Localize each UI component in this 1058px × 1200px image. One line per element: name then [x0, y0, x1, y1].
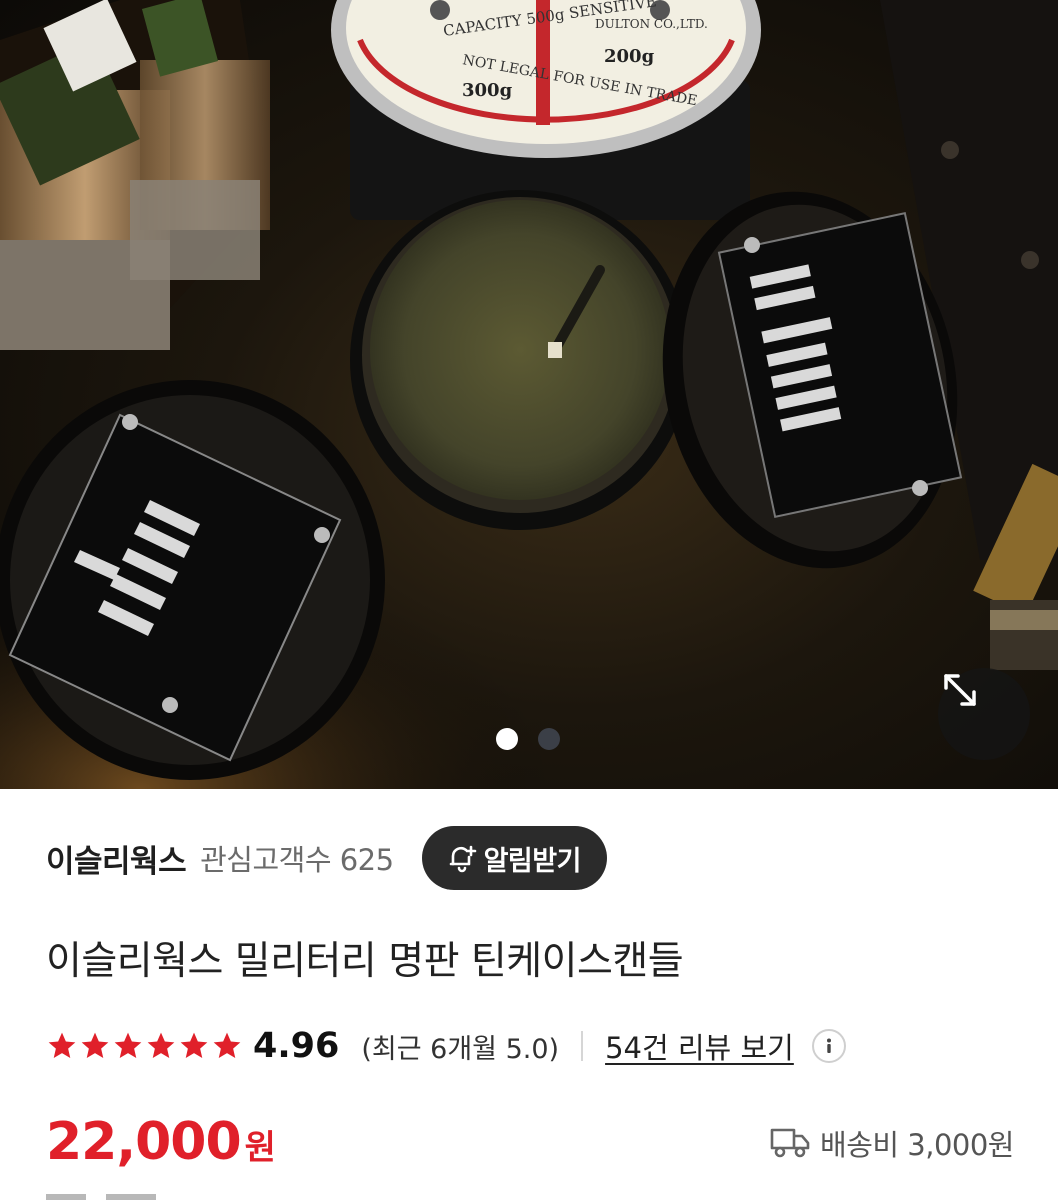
bell-plus-icon	[449, 845, 476, 873]
price-value: 22,000	[46, 1112, 242, 1172]
star-icon	[180, 1032, 208, 1058]
info-glyph	[826, 1038, 831, 1053]
rating-recent: (최근 6개월 5.0)	[361, 1033, 560, 1065]
price-unit: 원	[244, 1128, 276, 1168]
kraft-tubes	[0, 0, 270, 350]
shipping-fee: 배송비 3,000원	[820, 1128, 1014, 1162]
gallery-pagination	[496, 728, 560, 750]
star-icon	[81, 1032, 109, 1058]
rating-score: 4.96	[253, 1026, 340, 1066]
product-title: 이슬리웍스 밀리터리 명판 틴케이스캔들	[46, 939, 684, 984]
notify-label: 알림받기	[483, 845, 582, 877]
expand-arrows-icon	[944, 674, 976, 706]
expand-image-button[interactable]	[938, 668, 1030, 760]
product-image-gallery[interactable]: CAPACITY 500g SENSITIVE DULTON CO.,LTD. …	[0, 0, 1058, 789]
shipping-info: 배송비 3,000원	[770, 1122, 1014, 1164]
review-link[interactable]: 54건 리뷰 보기	[605, 1025, 794, 1067]
rating-stars	[46, 1030, 243, 1062]
rating-row: 4.96 (최근 6개월 5.0) 54건 리뷰 보기	[46, 1022, 846, 1070]
dial-maker-text: DULTON CO.,LTD.	[595, 17, 708, 31]
star-icon	[147, 1032, 175, 1058]
product-photo: CAPACITY 500g SENSITIVE DULTON CO.,LTD. …	[0, 0, 1058, 789]
open-candle-tin	[350, 190, 690, 530]
store-row: 이슬리웍스 관심고객수 625 알림받기	[46, 826, 607, 890]
notify-subscribe-button[interactable]: 알림받기	[421, 826, 607, 890]
info-icon[interactable]	[811, 1029, 846, 1063]
price: 22,000 원	[46, 1112, 276, 1172]
truck-icon	[770, 1128, 810, 1158]
pagination-dot-1[interactable]	[496, 728, 518, 750]
dial-mark-300: 300g	[462, 80, 513, 101]
pagination-dot-2[interactable]	[538, 728, 560, 750]
dial-mark-200: 200g	[604, 46, 655, 67]
divider	[581, 1031, 584, 1061]
scale-dial: CAPACITY 500g SENSITIVE DULTON CO.,LTD. …	[331, 0, 761, 220]
follower-count: 관심고객수 625	[200, 843, 394, 877]
store-name-link[interactable]: 이슬리웍스	[46, 836, 187, 881]
lid-nameplate-left	[0, 380, 385, 780]
star-icon	[213, 1032, 241, 1058]
star-icon	[48, 1032, 76, 1058]
next-section-cutoff	[46, 1194, 506, 1200]
star-icon	[114, 1032, 142, 1058]
